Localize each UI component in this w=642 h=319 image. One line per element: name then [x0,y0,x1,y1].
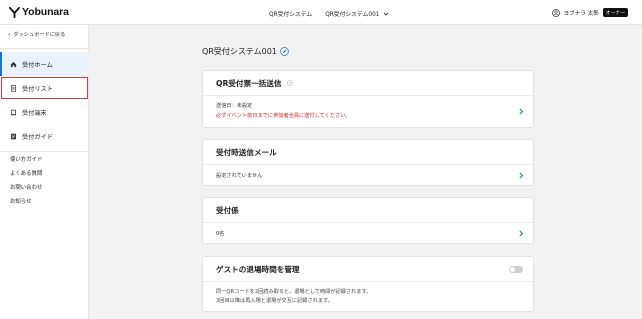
exit-time-notes: 同一QRコードを2回読み取ると、退場として時間が記録されます。 3回目以降は再入… [203,282,533,312]
sidebar-item-guide[interactable]: 受付ガイド [0,124,89,148]
help-link-usage-guide[interactable]: 使い方ガイド [10,155,42,163]
page-title: QR受付システム001 [202,46,289,57]
bulk-send-row[interactable]: 送信日：未設定 必ずイベント前日までに参加者全員に送付してください。 [203,96,533,128]
user-icon [552,8,561,17]
top-breadcrumb: QR受付システム QR受付システム001 [269,9,389,18]
toggle-knob [510,267,515,272]
help-link-faq[interactable]: よくある質問 [10,169,42,177]
home-icon [10,61,17,67]
card-header: QR受付票一括送信 ? [203,71,533,96]
chevron-left-icon: ‹ [8,31,11,38]
exit-note-2: 3回目以降は再入場と退場が交互に記録されます。 [216,298,333,304]
card-header: 受付係 [203,198,533,223]
guide-icon [11,133,16,139]
brand-name: Yobunara [22,6,69,18]
chevron-right-icon [519,172,524,179]
card-header: ゲストの退場時間を管理 [203,257,533,282]
chevron-right-icon [519,108,524,115]
sidebar: ‹ ダッシュボードに戻る 受付ホーム 受付リスト 受付端末 受付ガイド 使い方ガ… [0,25,89,319]
back-to-dashboard-link[interactable]: ‹ ダッシュボードに戻る [8,31,65,38]
sidebar-item-label: 受付ホーム [22,61,53,69]
staff-card: 受付係 0名 [202,197,534,244]
user-menu[interactable]: ヨブナラ 太郎 オーナー [552,8,628,17]
card-title: ゲストの退場時間を管理 [216,264,300,274]
svg-text:?: ? [289,81,291,85]
help-link-news[interactable]: お知らせ [10,197,31,205]
staff-row[interactable]: 0名 [203,223,533,244]
sidebar-divider [0,48,89,49]
bulk-send-card: QR受付票一括送信 ? 送信日：未設定 必ずイベント前日までに参加者全員に送付し… [202,70,534,128]
instance-selector[interactable]: QR受付システム001 [325,9,389,18]
card-title: 受付係 [216,205,239,215]
page-title-text: QR受付システム001 [202,47,277,56]
sidebar-divider [0,151,89,152]
mail-status-text: 設定されていません [216,173,263,179]
logo-mark-icon [9,6,20,18]
back-label: ダッシュボードに戻る [13,32,66,38]
exit-time-card: ゲストの退場時間を管理 同一QRコードを2回読み取ると、退場として時間が記録され… [202,256,534,312]
exit-note-1: 同一QRコードを2回読み取ると、退場として時間が記録されます。 [216,289,372,295]
help-icon[interactable]: ? [287,80,294,86]
edit-icon[interactable] [280,47,289,56]
card-title: QR受付票一括送信 [216,78,282,88]
owner-badge: オーナー [602,8,628,17]
exit-time-toggle[interactable] [509,266,523,273]
crumb-system[interactable]: QR受付システム [269,9,312,18]
sidebar-item-home[interactable]: 受付ホーム [0,52,89,76]
sidebar-item-reception-list[interactable]: 受付リスト [0,76,89,100]
tablet-icon [11,109,16,115]
sidebar-item-label: 受付ガイド [22,133,53,141]
send-date-text: 送信日：未設定 [216,103,253,109]
user-name: ヨブナラ 太郎 [563,10,599,17]
reception-mail-row[interactable]: 設定されていません [203,165,533,186]
crumb-instance: QR受付システム001 [325,12,380,18]
chevron-down-icon [384,12,389,16]
warning-text: 必ずイベント前日までに参加者全員に送付してください。 [216,113,351,119]
help-link-contact[interactable]: お問い合わせ [10,183,42,191]
sidebar-item-label: 受付リスト [22,85,53,93]
sidebar-item-terminal[interactable]: 受付端末 [0,100,89,124]
sidebar-item-label: 受付端末 [22,109,47,117]
brand-logo[interactable]: Yobunara [9,6,69,18]
chevron-right-icon [519,230,524,237]
document-icon [10,84,17,92]
reception-mail-card: 受付時送信メール 設定されていません [202,139,534,186]
card-title: 受付時送信メール [216,147,277,157]
staff-count-text: 0名 [216,231,225,237]
card-header: 受付時送信メール [203,140,533,165]
top-header: Yobunara QR受付システム QR受付システム001 ヨブナラ 太郎 オー… [0,0,642,25]
